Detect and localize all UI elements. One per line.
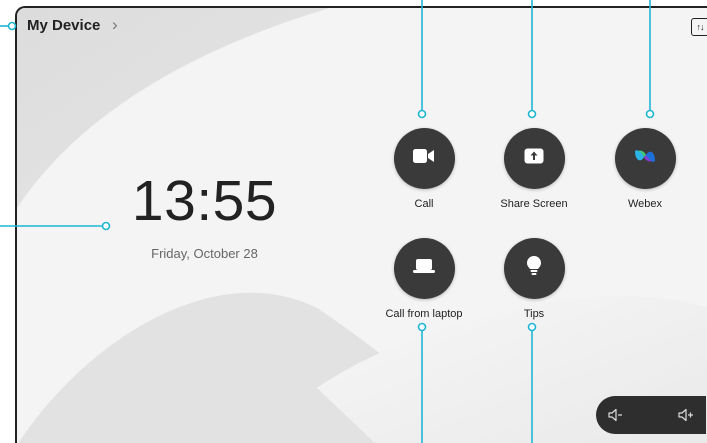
app-label: Call [414,198,434,210]
share-upload-icon [524,148,544,169]
app-label: Call from laptop [385,308,463,320]
app-tips[interactable]: Tips [479,238,589,320]
volume-control[interactable] [596,396,706,434]
volume-up-icon[interactable] [678,408,694,422]
app-call[interactable]: Call [369,128,479,210]
app-label: Share Screen [500,198,568,210]
app-call-from-laptop[interactable]: Call from laptop [369,238,479,320]
sort-arrows-icon[interactable]: ↑↓ [691,18,707,36]
page-title[interactable]: My Device [27,17,100,34]
webex-button[interactable] [614,128,676,189]
chevron-right-icon[interactable]: › [112,15,118,35]
app-webex[interactable]: Webex [590,128,700,210]
device-screen: My Device › ↑↓ 13:55 Friday, October 28 … [15,6,707,443]
webex-logo-icon [632,147,658,170]
app-label: Tips [523,308,545,320]
video-camera-icon [412,147,436,170]
app-share-screen[interactable]: Share Screen [479,128,589,210]
volume-down-icon[interactable] [608,408,624,422]
laptop-icon [412,257,436,280]
tips-button[interactable] [503,238,565,299]
lightbulb-icon [526,255,542,282]
clock-time: 13:55 [131,169,278,233]
clock-date: Friday, October 28 [151,246,258,261]
share-screen-button[interactable] [503,128,565,189]
app-label: Webex [627,198,663,210]
call-button[interactable] [393,128,455,189]
call-from-laptop-button[interactable] [393,238,455,299]
